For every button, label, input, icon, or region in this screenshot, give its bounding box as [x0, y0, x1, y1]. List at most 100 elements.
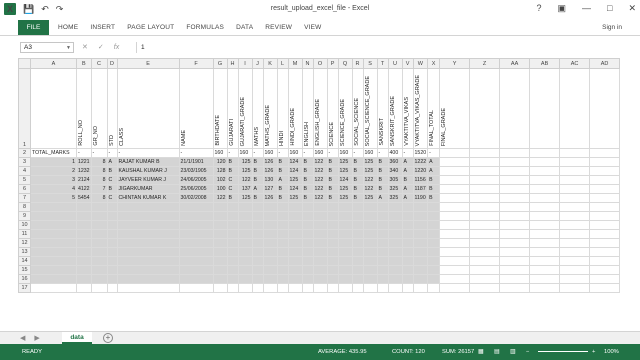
cell[interactable] [326, 211, 339, 221]
cell[interactable]: B [351, 166, 364, 176]
cell[interactable] [469, 202, 501, 212]
column-header[interactable]: Z [469, 58, 501, 69]
cell[interactable] [469, 211, 501, 221]
cell[interactable] [499, 274, 531, 284]
cell[interactable]: HINDI_GRADE [287, 68, 303, 149]
column-header[interactable]: M [287, 58, 303, 69]
name-box[interactable]: A3 ▼ [20, 42, 74, 53]
cell[interactable]: C [106, 175, 118, 185]
cell[interactable] [362, 220, 378, 230]
cell[interactable]: 21/1/1901 [178, 157, 214, 167]
cell[interactable] [412, 247, 429, 257]
cell[interactable] [387, 220, 403, 230]
cell[interactable]: 124 [287, 184, 303, 194]
cell[interactable] [559, 211, 591, 221]
cell[interactable]: SANSKRIT_GRADE [387, 68, 403, 149]
cell[interactable] [427, 211, 441, 221]
cell[interactable]: RAJAT KUMAR B [116, 157, 180, 167]
cell[interactable] [499, 202, 531, 212]
cell[interactable] [106, 229, 118, 239]
tab-view[interactable]: VIEW [304, 24, 321, 31]
cell[interactable] [287, 202, 303, 212]
cell[interactable]: B [301, 157, 314, 167]
cell[interactable]: 400 [387, 148, 403, 158]
column-header[interactable]: C [90, 58, 108, 69]
cell[interactable] [589, 184, 621, 194]
cell[interactable] [301, 202, 314, 212]
cell[interactable] [237, 229, 253, 239]
cell[interactable] [312, 247, 328, 257]
cell[interactable]: 125 [337, 193, 353, 203]
cell[interactable]: 24/06/2005 [178, 175, 214, 185]
cell[interactable] [529, 193, 561, 203]
cell[interactable] [351, 229, 364, 239]
cell[interactable]: ENGLISH [301, 68, 314, 149]
column-header[interactable]: W [412, 58, 429, 69]
column-header[interactable]: AC [559, 58, 591, 69]
cell[interactable] [427, 283, 441, 293]
cell[interactable] [262, 202, 278, 212]
cell[interactable] [90, 283, 108, 293]
cell[interactable] [427, 265, 441, 275]
cell[interactable]: B [276, 166, 289, 176]
cell[interactable] [469, 220, 501, 230]
cell[interactable] [427, 238, 441, 248]
cell[interactable] [362, 265, 378, 275]
cell[interactable] [76, 229, 92, 239]
cell[interactable] [301, 274, 314, 284]
cell[interactable] [469, 247, 501, 257]
cell[interactable] [116, 202, 180, 212]
cell[interactable]: 360 [387, 157, 403, 167]
cell[interactable] [559, 193, 591, 203]
cell[interactable] [262, 283, 278, 293]
column-header[interactable]: O [312, 58, 328, 69]
prev-sheet-icon[interactable]: ◀ [20, 334, 25, 342]
cell[interactable] [337, 274, 353, 284]
column-header[interactable]: I [237, 58, 253, 69]
cell[interactable] [30, 256, 77, 266]
cell[interactable] [351, 238, 364, 248]
cell[interactable] [387, 274, 403, 284]
cell[interactable] [226, 229, 239, 239]
cell[interactable] [529, 148, 561, 158]
cell[interactable]: B [276, 184, 289, 194]
column-header[interactable]: E [116, 58, 180, 69]
cell[interactable]: VYAKTITVA_VIKAS [401, 68, 414, 149]
cell[interactable] [90, 274, 108, 284]
cell[interactable] [499, 68, 531, 149]
tab-review[interactable]: REVIEW [265, 24, 292, 31]
cell[interactable]: C [226, 184, 239, 194]
cell[interactable]: - [251, 148, 264, 158]
tab-insert[interactable]: INSERT [90, 24, 115, 31]
cell[interactable] [106, 274, 118, 284]
cell[interactable] [276, 202, 289, 212]
column-header[interactable]: AD [589, 58, 621, 69]
column-header[interactable]: AB [529, 58, 561, 69]
cell[interactable]: B [106, 166, 118, 176]
cell[interactable] [439, 175, 471, 185]
cell[interactable]: SOCIAL_SCIENCE [351, 68, 364, 149]
cell[interactable]: A [401, 166, 414, 176]
cell[interactable]: B [427, 175, 441, 185]
cell[interactable] [116, 247, 180, 257]
cell[interactable]: 124 [287, 157, 303, 167]
cell[interactable] [439, 229, 471, 239]
cell[interactable]: 160 [262, 148, 278, 158]
cell[interactable]: 25/06/2005 [178, 184, 214, 194]
formula-input[interactable]: 1 [136, 42, 620, 53]
cell[interactable]: 126 [262, 193, 278, 203]
cell[interactable] [287, 247, 303, 257]
cell[interactable] [326, 283, 339, 293]
zoom-in-icon[interactable]: + [592, 349, 595, 355]
cell[interactable] [178, 220, 214, 230]
column-header[interactable]: Q [337, 58, 353, 69]
cell[interactable] [90, 211, 108, 221]
cell[interactable]: 122 [212, 193, 228, 203]
cell[interactable]: 1 [30, 157, 77, 167]
cell[interactable] [499, 166, 531, 176]
cell[interactable] [287, 211, 303, 221]
cell[interactable]: 2124 [76, 175, 92, 185]
cell[interactable] [559, 68, 591, 149]
column-header[interactable]: K [262, 58, 278, 69]
cell[interactable]: 8 [90, 193, 108, 203]
